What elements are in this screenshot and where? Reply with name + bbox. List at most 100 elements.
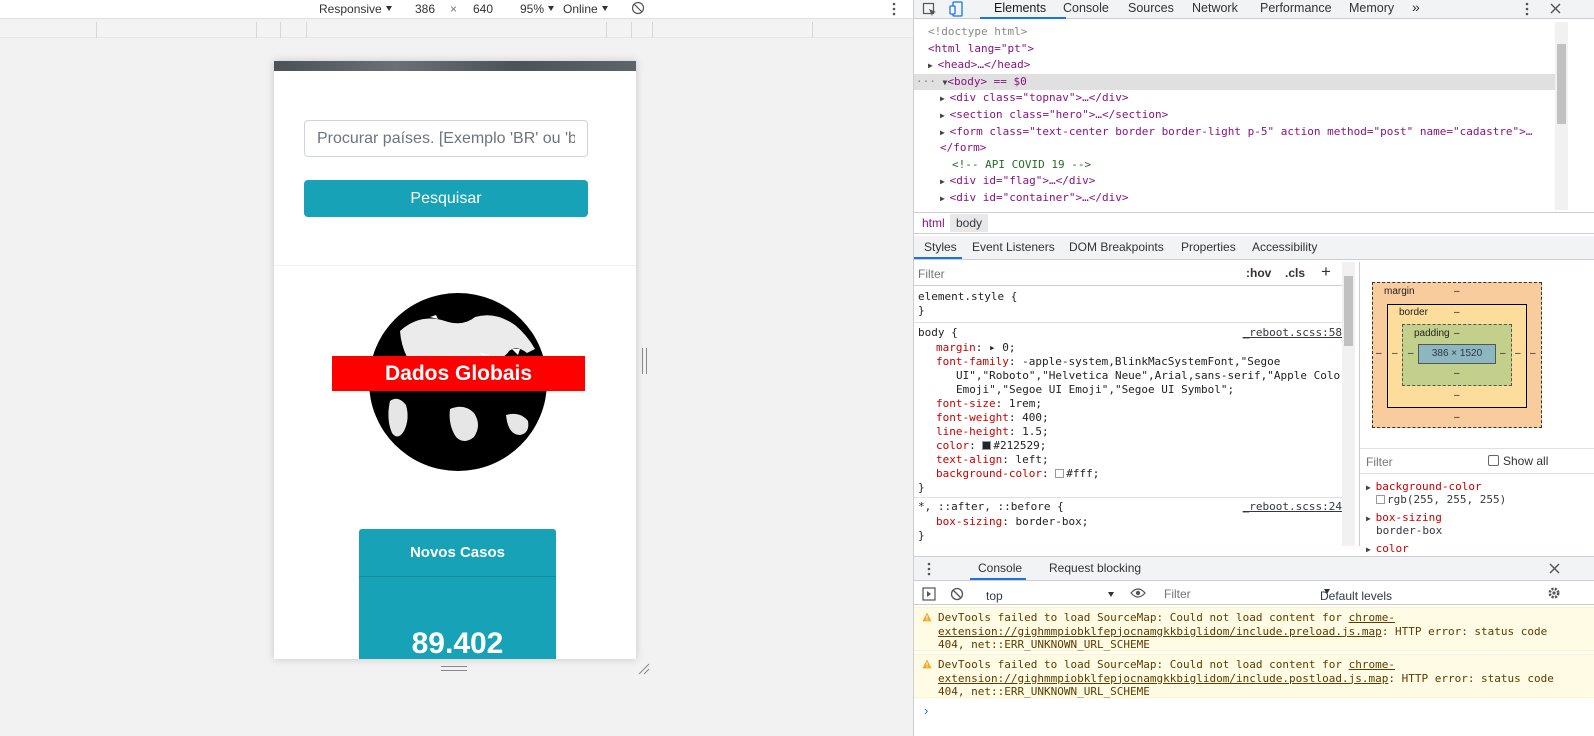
tab-sources[interactable]: Sources xyxy=(1128,1,1174,15)
new-cases-card: Novos Casos 89.402 xyxy=(359,529,556,659)
box-model-content[interactable]: 386 × 1520 xyxy=(1418,344,1496,364)
style-prop-font-family[interactable]: font-family: -apple-system,BlinkMacSyste… xyxy=(936,355,1280,369)
styles-scrollbar[interactable] xyxy=(1342,262,1355,546)
body-rule-close: } xyxy=(918,481,925,494)
body-rule-source-link[interactable]: _reboot.scss:58 xyxy=(1243,326,1342,340)
color-swatch[interactable] xyxy=(1055,469,1065,478)
box-model-border-label: border xyxy=(1399,307,1428,318)
tab-event-listeners[interactable]: Event Listeners xyxy=(972,240,1055,254)
dom-node-hero[interactable]: ▶ <section class="hero">…</section> xyxy=(914,107,1555,124)
gear-icon[interactable] xyxy=(1547,586,1561,600)
color-swatch[interactable] xyxy=(982,441,992,450)
viewport-width-handle[interactable] xyxy=(642,348,647,374)
device-toggle-icon[interactable] xyxy=(949,1,964,17)
new-style-rule-button[interactable]: + xyxy=(1321,262,1331,282)
body-rule-selector[interactable]: body { _reboot.scss:58 xyxy=(918,326,1342,340)
style-prop-line-height[interactable]: line-height: 1.5; xyxy=(936,425,1049,439)
kebab-menu-icon[interactable] xyxy=(889,2,899,16)
device-emulation-pane: Responsive 386 × 640 95% Online Pesquisa… xyxy=(0,0,913,736)
media-query-bar[interactable] xyxy=(0,22,913,38)
rotate-icon[interactable] xyxy=(631,1,645,15)
context-caret-icon xyxy=(1108,592,1114,597)
close-icon[interactable] xyxy=(1549,563,1560,574)
tab-styles[interactable]: Styles xyxy=(924,240,957,254)
tab-accessibility[interactable]: Accessibility xyxy=(1252,240,1317,254)
search-button[interactable]: Pesquisar xyxy=(304,180,588,217)
new-cases-title: Novos Casos xyxy=(359,529,556,577)
console-filter-input[interactable] xyxy=(1164,585,1309,603)
style-prop-font-size[interactable]: font-size: 1rem; xyxy=(936,397,1042,411)
dom-node-head[interactable]: ▶ <head>…</head> xyxy=(914,57,1555,74)
breadcrumb-html[interactable]: html xyxy=(922,216,945,230)
dom-node-html[interactable]: <html lang="pt"> xyxy=(914,41,1555,58)
style-prop-text-align[interactable]: text-align: left; xyxy=(936,453,1049,467)
computed-prop-background-color[interactable]: ▶ background-color xyxy=(1366,480,1482,493)
viewport-height-handle[interactable] xyxy=(441,666,467,671)
element-style-close: } xyxy=(918,304,925,317)
global-data-banner: Dados Globais xyxy=(332,356,585,391)
universal-rule-selector[interactable]: *, ::after, ::before { _reboot.scss:24 xyxy=(918,500,1342,514)
breadcrumb: html body xyxy=(914,212,1594,234)
element-style-selector[interactable]: element.style { xyxy=(918,290,1017,304)
warning-icon xyxy=(922,612,932,622)
cls-toggle[interactable]: .cls xyxy=(1285,266,1305,280)
style-prop-color[interactable]: color: #212529; xyxy=(936,439,1046,453)
throttle-select[interactable]: Online xyxy=(563,2,608,16)
close-icon[interactable] xyxy=(1550,3,1561,14)
dom-node-comment[interactable]: <!-- API COVID 19 --> xyxy=(914,157,1555,174)
drawer-tab-console[interactable]: Console xyxy=(978,561,1022,575)
show-all-checkbox[interactable] xyxy=(1488,455,1499,466)
dom-node-doctype[interactable]: <!doctype html> xyxy=(914,24,1555,41)
dom-tree: <!doctype html> <html lang="pt"> ▶ <head… xyxy=(914,22,1555,210)
device-toolbar: Responsive 386 × 640 95% Online xyxy=(0,0,913,19)
more-tabs-button[interactable]: » xyxy=(1412,0,1420,15)
universal-rule-source-link[interactable]: _reboot.scss:24 xyxy=(1243,500,1342,514)
style-prop-font-family-cont2: Emoji","Segoe UI Emoji","Segoe UI Symbol… xyxy=(956,383,1235,396)
dom-tree-scrollbar[interactable] xyxy=(1555,22,1568,210)
console-prompt[interactable]: › xyxy=(924,703,928,718)
styles-filter-input[interactable] xyxy=(918,265,1234,283)
height-input[interactable]: 640 xyxy=(473,2,493,16)
zoom-select[interactable]: 95% xyxy=(520,2,555,16)
drawer-tab-request-blocking[interactable]: Request blocking xyxy=(1049,561,1141,575)
computed-prop-color[interactable]: ▶ color xyxy=(1366,542,1409,555)
tab-properties[interactable]: Properties xyxy=(1181,240,1236,254)
eye-icon[interactable] xyxy=(1130,587,1146,599)
dom-node-form-close[interactable]: </form> xyxy=(914,140,1555,157)
inspect-icon[interactable] xyxy=(922,2,937,17)
dom-node-form[interactable]: ▶ <form class="text-center border border… xyxy=(914,124,1555,141)
style-prop-background-color[interactable]: background-color: #fff; xyxy=(936,467,1099,481)
drawer-menu-icon[interactable] xyxy=(926,562,932,576)
dom-node-topnav[interactable]: ▶ <div class="topnav">…</div> xyxy=(914,90,1555,107)
dom-node-flag[interactable]: ▶ <div id="flag">…</div> xyxy=(914,173,1555,190)
tab-elements[interactable]: Elements xyxy=(994,1,1046,15)
country-search-input[interactable] xyxy=(304,120,588,157)
tab-memory[interactable]: Memory xyxy=(1349,1,1394,15)
kebab-menu-icon[interactable] xyxy=(1522,2,1532,16)
tab-dom-breakpoints[interactable]: DOM Breakpoints xyxy=(1069,240,1164,254)
dom-node-container[interactable]: ▶ <div id="container">…</div> xyxy=(914,190,1555,207)
style-prop-box-sizing[interactable]: box-sizing: border-box; xyxy=(936,515,1088,529)
style-prop-font-weight[interactable]: font-weight: 400; xyxy=(936,411,1049,425)
tab-network[interactable]: Network xyxy=(1192,1,1238,15)
console-toolbar: top Default levels xyxy=(914,583,1594,605)
hov-toggle[interactable]: :hov xyxy=(1246,266,1271,280)
resize-handle-icon[interactable] xyxy=(637,662,651,676)
style-prop-margin[interactable]: margin: ▸ 0; xyxy=(936,341,1016,355)
tab-performance[interactable]: Performance xyxy=(1260,1,1332,15)
box-model-padding-label: padding xyxy=(1414,328,1450,339)
device-select[interactable]: Responsive xyxy=(319,2,392,16)
console-warning-message: DevTools failed to load SourceMap: Could… xyxy=(914,654,1594,698)
width-input[interactable]: 386 xyxy=(415,2,435,16)
computed-prop-box-sizing[interactable]: ▶ box-sizing xyxy=(1366,511,1442,524)
clear-console-icon[interactable] xyxy=(950,587,964,601)
breadcrumb-body[interactable]: body xyxy=(950,214,989,232)
sidebar-toggle-icon[interactable] xyxy=(922,587,936,601)
tab-console[interactable]: Console xyxy=(1063,1,1109,15)
computed-filter-input[interactable] xyxy=(1366,453,1476,470)
style-prop-font-family-cont: UI","Roboto","Helvetica Neue",Arial,sans… xyxy=(956,369,1347,382)
devtools-panel: Elements Console Sources Network Perform… xyxy=(913,0,1594,736)
box-model-margin-label: margin xyxy=(1384,286,1415,297)
dom-node-body[interactable]: ··· ▼<body> == $0 xyxy=(914,73,1555,91)
computed-filter-bar: Show all xyxy=(1360,448,1594,474)
